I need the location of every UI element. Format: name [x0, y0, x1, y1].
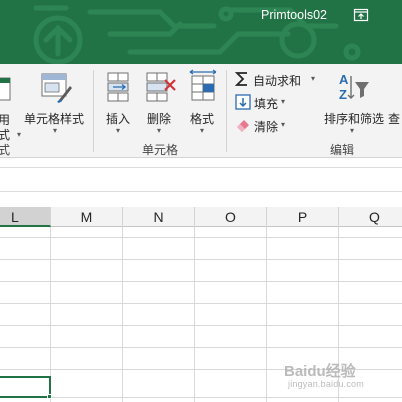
fill-down-icon: [235, 94, 251, 110]
cell-styles-button[interactable]: 单元格样式 ▾: [24, 68, 88, 136]
gridline: [0, 259, 402, 260]
column-header-p[interactable]: P: [267, 207, 339, 227]
column-header-o[interactable]: O: [195, 207, 267, 227]
column-header-n[interactable]: N: [123, 207, 195, 227]
svg-text:A: A: [339, 72, 349, 87]
gridline: [0, 347, 402, 348]
find-select-button[interactable]: 查: [388, 68, 402, 136]
chevron-down-icon: ▾: [116, 126, 121, 135]
cells-group-label: 单元格: [142, 143, 179, 157]
sort-filter-label: 排序和筛选: [324, 112, 385, 126]
ribbon-group-separator: [226, 70, 227, 152]
insert-cells-icon: [107, 72, 129, 102]
clear-button[interactable]: 清除 ▾: [232, 116, 302, 136]
svg-text:Z: Z: [339, 87, 347, 102]
ribbon-group-separator: [93, 70, 94, 152]
watermark-brand: Baidu经验: [284, 363, 356, 380]
chevron-down-icon: ▾: [281, 97, 286, 106]
ribbon: 用 式 ▾ 单元格样式 ▾ 插入 ▾ 删除 ▾ 格式 ▾ 单元格 式 自动求和 …: [0, 64, 402, 158]
ribbon-display-options-icon[interactable]: [353, 8, 369, 22]
format-as-table-button[interactable]: 用 式 ▾: [0, 70, 21, 142]
fill-handle[interactable]: [47, 394, 52, 399]
delete-cells-button[interactable]: 删除 ▾: [143, 68, 177, 136]
gridline: [194, 227, 195, 402]
sort-filter-icon: A Z: [339, 72, 369, 102]
active-cell[interactable]: [0, 376, 51, 398]
fill-label: 填充: [254, 97, 279, 111]
formula-bar-input[interactable]: [0, 167, 402, 192]
sigma-icon: [234, 72, 247, 86]
format-cells-icon: [189, 69, 217, 101]
fill-button[interactable]: 填充 ▾: [232, 93, 302, 113]
find-select-label: 查: [388, 112, 401, 126]
sort-filter-button[interactable]: A Z 排序和筛选 ▾: [322, 68, 386, 136]
gridline: [0, 281, 402, 282]
gridline: [0, 237, 402, 238]
title-bar: Primtools02: [0, 0, 402, 64]
gridline: [266, 227, 267, 402]
chevron-down-icon: ▾: [157, 126, 162, 135]
eraser-icon: [237, 120, 249, 132]
column-header-row: L M N O P Q: [0, 207, 402, 227]
insert-label: 插入: [106, 112, 131, 126]
chevron-down-icon: ▾: [17, 130, 22, 139]
column-header-q[interactable]: Q: [339, 207, 402, 227]
cell-styles-icon: [41, 73, 72, 103]
delete-cells-icon: [146, 72, 176, 102]
autosum-button[interactable]: 自动求和 ▾: [232, 70, 322, 90]
cell-styles-label: 单元格样式: [24, 112, 85, 126]
styles-group-label-fragment: 式: [0, 143, 11, 157]
watermark-url: jingyan.baidu.com: [288, 379, 364, 389]
editing-group-label: 编辑: [330, 143, 355, 157]
chevron-down-icon: ▾: [53, 126, 58, 135]
column-header-m[interactable]: M: [51, 207, 123, 227]
gridline: [122, 227, 123, 402]
column-header-l[interactable]: L: [0, 207, 51, 227]
gridline: [0, 397, 402, 398]
chevron-down-icon: ▾: [200, 126, 205, 135]
chevron-down-icon: ▾: [281, 120, 286, 129]
clear-label: 清除: [254, 120, 279, 134]
delete-label: 删除: [147, 112, 172, 126]
baidu-watermark: Baidu经验 jingyan.baidu.com: [284, 360, 364, 389]
format-label: 格式: [190, 112, 215, 126]
format-table-icon: [0, 77, 11, 101]
insert-cells-button[interactable]: 插入 ▾: [102, 68, 136, 136]
gridline: [0, 303, 402, 304]
user-name[interactable]: Primtools02: [261, 8, 327, 22]
autosum-label: 自动求和: [253, 74, 302, 88]
format-cells-button[interactable]: 格式 ▾: [186, 68, 220, 136]
chevron-down-icon: ▾: [350, 126, 355, 135]
chevron-down-icon: ▾: [311, 74, 316, 83]
circuit-pattern-decoration: [33, 5, 361, 64]
gridline: [0, 325, 402, 326]
